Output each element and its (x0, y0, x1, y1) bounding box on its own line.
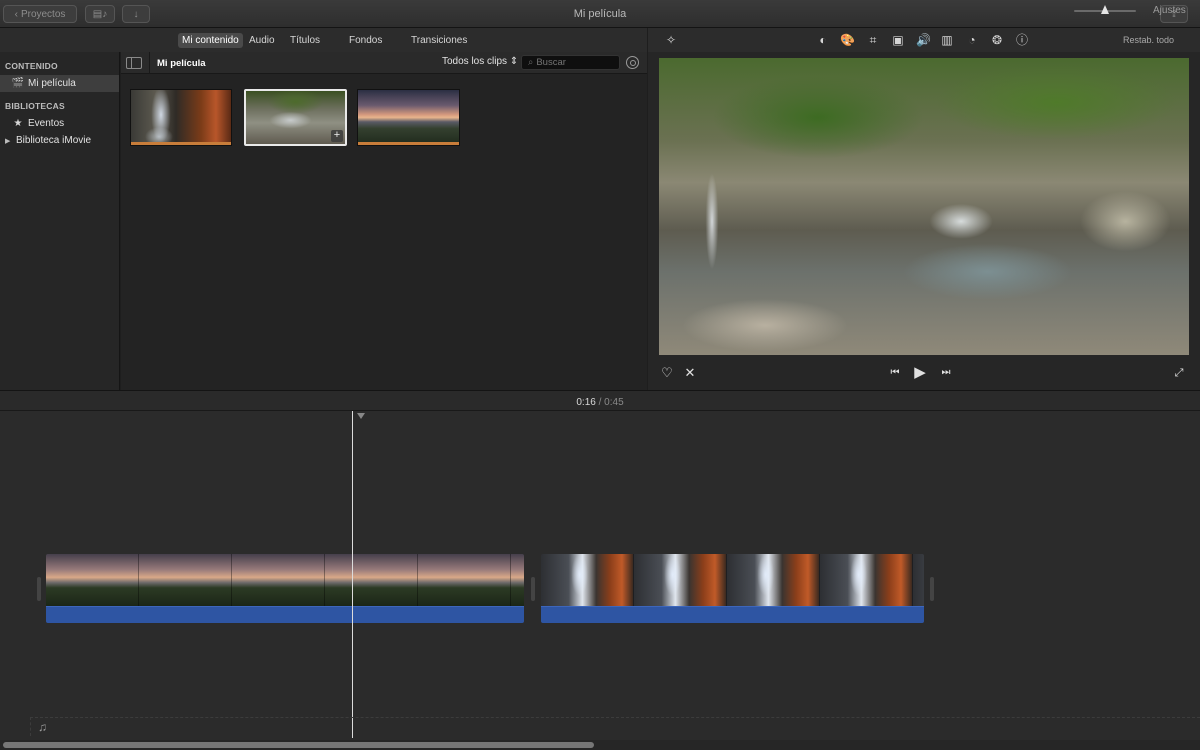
timecode: 0:16 / 0:45 (0, 397, 1200, 408)
clip-trim-handle[interactable] (531, 577, 535, 601)
clapperboard-icon: 🎬 (11, 78, 25, 89)
search-icon: ⌕ (528, 57, 534, 68)
sidebar-toggle-icon[interactable] (126, 57, 142, 69)
tab-titles[interactable]: Títulos (286, 33, 324, 48)
clip-filmstrip (541, 554, 924, 606)
stabilization-icon[interactable]: ▣ (891, 33, 905, 47)
timeline-clip-sunset[interactable] (46, 554, 524, 623)
clip-thumbnail-sunset[interactable] (357, 89, 460, 146)
filmstrip-frame (232, 554, 325, 606)
info-icon[interactable]: ⓘ (1015, 33, 1029, 47)
sidebar-item-events[interactable]: ★ Eventos (0, 115, 119, 132)
play-icon[interactable]: ▶ (912, 365, 928, 381)
timeline-header: 0:16 / 0:45 (0, 390, 1200, 411)
favorite-heart-icon[interactable]: ♡ (659, 365, 675, 381)
timeline-clip-waterfall[interactable] (541, 554, 924, 623)
gear-icon[interactable] (626, 56, 639, 69)
filmstrip-frame (511, 554, 524, 606)
timeline-settings-button[interactable]: Ajustes (1153, 5, 1186, 16)
filmstrip-frame (913, 554, 924, 606)
sidebar-item-label: Biblioteca iMovie (16, 135, 92, 146)
sidebar-item-label: Eventos (28, 118, 65, 129)
media-browser-toolbar: Mi película Todos los clips ⇕ ⌕ (121, 52, 647, 74)
color-palette-icon[interactable]: 🎨 (840, 33, 855, 47)
fullscreen-icon[interactable]: ⤢ (1171, 365, 1187, 381)
filmstrip-frame (418, 554, 511, 606)
filmstrip-frame (634, 554, 727, 606)
color-balance-icon[interactable]: ◐ (816, 33, 830, 47)
playhead[interactable] (352, 411, 353, 738)
skip-back-icon[interactable]: ⏮ (887, 365, 903, 381)
tab-backgrounds[interactable]: Fondos (345, 33, 386, 48)
sidebar-header-content: CONTENIDO (5, 61, 58, 71)
search-input[interactable] (536, 57, 607, 68)
content-title: Mi película (157, 58, 206, 69)
star-icon: ★ (13, 118, 23, 129)
filmstrip-frame (46, 554, 139, 606)
media-browser: Mi película Todos los clips ⇕ ⌕ + (121, 52, 647, 390)
clip-filter-select[interactable]: Todos los clips ⇕ (442, 56, 518, 67)
updown-chevron-icon: ⇕ (509, 56, 519, 67)
clip-filter-value: Todos los clips (442, 56, 508, 67)
clip-trim-handle[interactable] (37, 577, 41, 601)
viewer-panel: ✧ ◐ 🎨 ⌗ ▣ 🔊 ▥ ◔ ❂ ⓘ Restab. todo ♡ ✕ ⏮ ▶… (648, 28, 1200, 390)
volume-icon[interactable]: 🔊 (916, 33, 931, 47)
time-separator: / (598, 397, 602, 408)
clip-thumbnail-waterfall[interactable] (130, 89, 232, 146)
zoom-slider-knob[interactable] (1101, 5, 1109, 14)
crop-icon[interactable]: ⌗ (866, 33, 880, 47)
filter-icon[interactable]: ❂ (990, 33, 1004, 47)
tab-transitions[interactable]: Transiciones (407, 33, 471, 48)
window-title: Mi película (573, 8, 627, 20)
timeline-scrollbar-thumb[interactable] (3, 742, 594, 748)
video-preview[interactable] (659, 58, 1189, 355)
clip-audio-waveform[interactable] (46, 606, 524, 623)
filmstrip-frame (541, 554, 634, 606)
search-field[interactable]: ⌕ (521, 55, 620, 70)
reject-icon[interactable]: ✕ (682, 365, 698, 381)
title-bar: ‹ Proyectos ▤♪ ↓ Mi película ⇪ (0, 0, 1200, 28)
clip-thumbnail-stream[interactable]: + (244, 89, 347, 146)
add-clip-icon[interactable]: + (331, 130, 343, 142)
browser-tabs: Mi contenido Audio Títulos Fondos Transi… (0, 28, 647, 52)
disclosure-triangle-icon[interactable]: ▶ (5, 137, 13, 145)
tab-audio[interactable]: Audio (245, 33, 279, 48)
clip-filmstrip (46, 554, 524, 606)
clip-trim-handle[interactable] (930, 577, 934, 601)
library-sidebar: CONTENIDO 🎬 Mi película BIBLIOTECAS ★ Ev… (0, 52, 120, 390)
clip-used-bar (131, 142, 231, 145)
current-time: 0:16 (576, 397, 596, 408)
filmstrip-frame (727, 554, 820, 606)
adjustment-toolbar: ✧ ◐ 🎨 ⌗ ▣ 🔊 ▥ ◔ ❂ ⓘ Restab. todo (648, 28, 1200, 52)
sidebar-item-label: Mi película (28, 78, 76, 89)
clip-used-bar (358, 142, 459, 145)
sidebar-item-imovie-library[interactable]: ▶ Biblioteca iMovie (0, 132, 119, 149)
reset-all-button[interactable]: Restab. todo (1123, 35, 1174, 45)
equalizer-icon[interactable]: ▥ (940, 33, 954, 47)
total-time: 0:45 (604, 397, 624, 408)
filmstrip-frame (325, 554, 418, 606)
filmstrip-frame (820, 554, 913, 606)
filmstrip-frame (139, 554, 232, 606)
speed-icon[interactable]: ◔ (965, 33, 979, 47)
playback-controls: ♡ ✕ ⏮ ▶ ⏭ ⤢ (648, 361, 1200, 387)
timeline[interactable] (0, 411, 1200, 750)
skip-forward-icon[interactable]: ⏭ (938, 365, 954, 381)
magic-wand-icon[interactable]: ✧ (664, 33, 678, 47)
clip-audio-waveform[interactable] (541, 606, 924, 623)
sidebar-item-my-movie[interactable]: 🎬 Mi película (0, 75, 119, 92)
skimmer-marker (357, 413, 365, 419)
divider (149, 52, 150, 74)
music-note-icon: ♫ (38, 720, 47, 734)
music-track[interactable] (30, 717, 1200, 736)
tab-my-media[interactable]: Mi contenido (178, 33, 243, 48)
sidebar-header-libraries: BIBLIOTECAS (5, 101, 65, 111)
